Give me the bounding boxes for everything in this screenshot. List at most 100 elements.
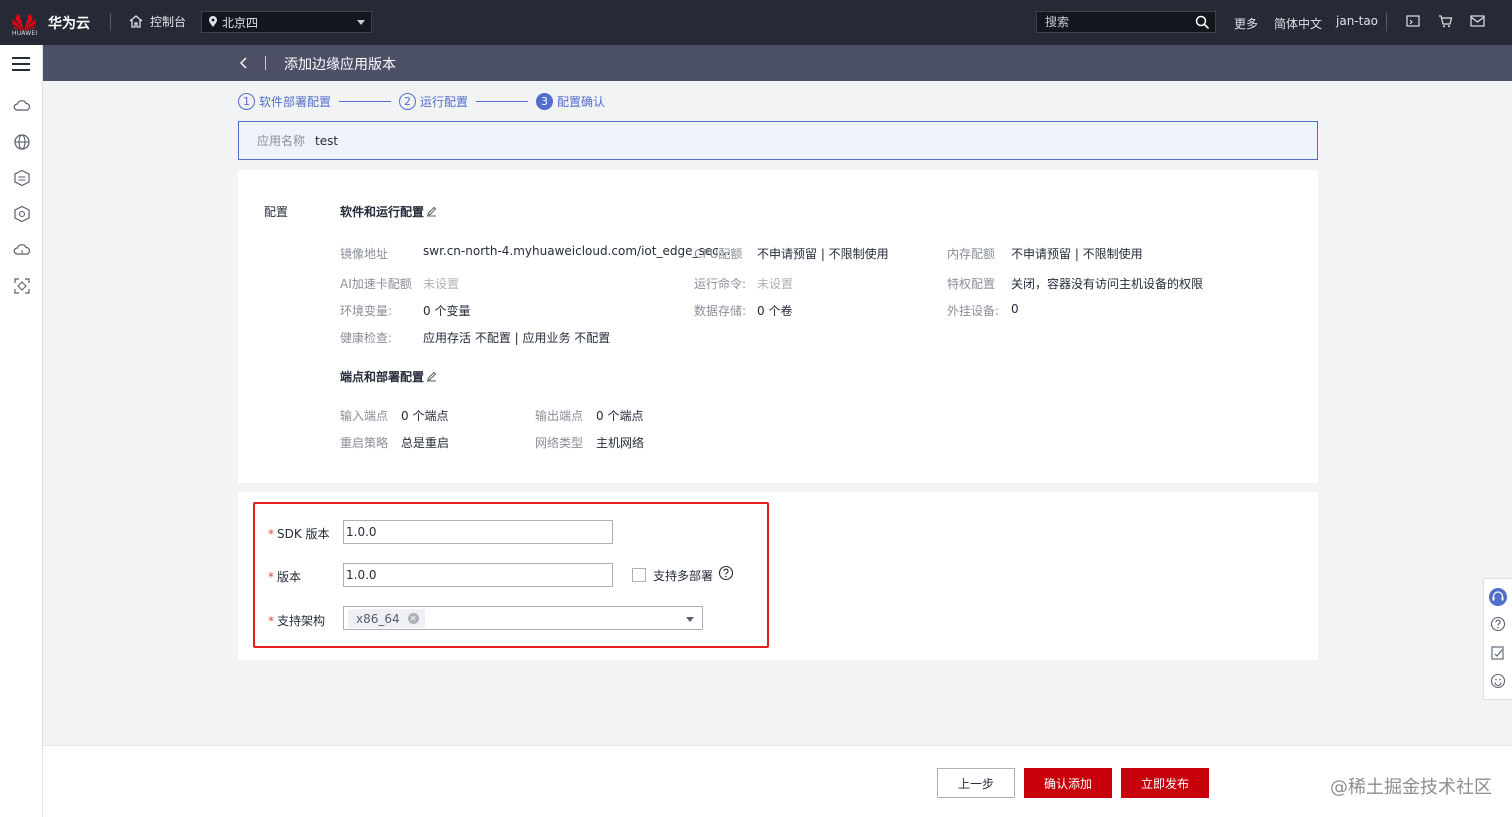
output-endpoint-label: 输出端点 <box>535 409 584 423</box>
cart-icon[interactable] <box>1438 14 1453 28</box>
customer-service-icon[interactable] <box>1488 587 1508 607</box>
divider <box>265 56 266 70</box>
network-type-label: 网络类型 <box>535 436 584 450</box>
back-arrow-icon[interactable] <box>239 56 249 70</box>
env-value: 0 个变量 <box>423 304 471 318</box>
help-icon[interactable] <box>1490 616 1506 632</box>
region-select[interactable]: 北京四 <box>201 11 372 33</box>
help-icon[interactable] <box>718 565 734 581</box>
step-3[interactable]: 3 配置确认 <box>536 92 605 110</box>
restart-policy-value: 总是重启 <box>401 436 450 450</box>
privilege-label: 特权配置 <box>947 277 996 291</box>
page-header: 添加边缘应用版本 <box>43 45 1512 81</box>
input-endpoint-label: 输入端点 <box>340 409 389 423</box>
cpu-value: 不申请预留 | 不限制使用 <box>757 247 889 261</box>
footer-bar <box>43 745 1512 817</box>
search-input[interactable]: 搜索 <box>1036 11 1216 33</box>
health-value: 应用存活 不配置 | 应用业务 不配置 <box>423 331 611 345</box>
app-name-label: 应用名称 <box>257 134 306 148</box>
confirm-add-button[interactable]: 确认添加 <box>1024 768 1112 798</box>
version-label-text: 版本 <box>277 570 302 584</box>
terminal-icon[interactable] <box>1406 14 1420 28</box>
left-sidebar <box>0 45 43 817</box>
scan-icon[interactable] <box>13 277 31 295</box>
home-icon <box>129 15 143 28</box>
globe-icon[interactable] <box>13 133 31 151</box>
divider <box>110 13 111 31</box>
page-title: 添加边缘应用版本 <box>284 57 396 73</box>
cpu-label: CPU配额 <box>694 247 743 261</box>
chevron-down-icon <box>686 617 694 622</box>
sdk-label-text: SDK 版本 <box>277 527 330 541</box>
step-connector <box>339 100 392 102</box>
storage-value: 0 个卷 <box>757 304 793 318</box>
config-section-label: 配置 <box>264 205 289 219</box>
architecture-tag-label: x86_64 <box>356 611 400 626</box>
brand-name[interactable]: 华为云 <box>48 13 90 33</box>
version-label: * 版本 <box>268 568 301 585</box>
architecture-label-text: 支持架构 <box>277 614 326 628</box>
memory-label: 内存配额 <box>947 247 996 261</box>
chevron-down-icon <box>357 20 365 25</box>
network-type-value: 主机网络 <box>596 436 645 450</box>
multi-deploy-checkbox[interactable] <box>632 568 646 582</box>
step-connector <box>476 100 529 102</box>
top-navbar: HUAWEI 华为云 控制台 北京四 搜索 更多 简体中文 jan-tao <box>0 0 1512 45</box>
step-number: 2 <box>399 92 417 110</box>
software-title-text: 软件和运行配置 <box>340 205 425 219</box>
menu-icon[interactable] <box>12 57 30 71</box>
env-label: 环境变量: <box>340 304 393 318</box>
previous-step-button[interactable]: 上一步 <box>937 768 1015 798</box>
restart-policy-label: 重启策略 <box>340 436 389 450</box>
image-label: 镜像地址 <box>340 247 389 261</box>
ai-label: AI加速卡配额 <box>340 277 412 291</box>
user-menu[interactable]: jan-tao <box>1336 14 1378 28</box>
sdk-version-label: * SDK 版本 <box>268 525 330 542</box>
search-placeholder: 搜索 <box>1045 15 1070 29</box>
location-pin-icon <box>209 16 217 27</box>
console-label: 控制台 <box>150 15 187 29</box>
required-marker: * <box>268 526 274 541</box>
console-link[interactable]: 控制台 <box>128 13 186 30</box>
image-value: swr.cn-north-4.myhuaweicloud.com/iot_edg… <box>423 244 731 258</box>
step-2[interactable]: 2 运行配置 <box>399 92 469 110</box>
sdk-version-input[interactable]: 1.0.0 <box>343 520 613 544</box>
cube-settings-icon[interactable] <box>13 205 31 223</box>
cloud-icon[interactable] <box>13 97 31 115</box>
logo-text: HUAWEI <box>12 30 38 37</box>
region-label: 北京四 <box>222 15 259 30</box>
step-label: 软件部署配置 <box>259 94 332 109</box>
edit-icon[interactable] <box>426 371 437 382</box>
close-icon[interactable]: ✕ <box>407 613 419 624</box>
config-summary-card: 配置 软件和运行配置 镜像地址 swr.cn-north-4.myhuaweic… <box>238 170 1318 483</box>
required-marker: * <box>268 569 274 584</box>
search-icon[interactable] <box>1195 15 1210 30</box>
privilege-value: 关闭，容器没有访问主机设备的权限 <box>1011 277 1204 291</box>
architecture-select[interactable]: x86_64 ✕ <box>343 606 703 630</box>
command-value: 未设置 <box>757 277 794 291</box>
output-endpoint-value: 0 个端点 <box>596 409 644 423</box>
ai-value: 未设置 <box>423 277 460 291</box>
step-1[interactable]: 1 软件部署配置 <box>238 92 332 110</box>
app-name-value: test <box>315 133 339 148</box>
language-select[interactable]: 简体中文 <box>1274 15 1322 32</box>
mail-icon[interactable] <box>1470 14 1485 28</box>
input-endpoint-value: 0 个端点 <box>401 409 449 423</box>
feedback-icon[interactable] <box>1490 645 1506 661</box>
device-label: 外挂设备: <box>947 304 1000 318</box>
required-marker: * <box>268 613 274 628</box>
cloud-upload-icon[interactable] <box>13 241 31 259</box>
step-label: 运行配置 <box>420 94 469 109</box>
step-number: 3 <box>536 92 554 110</box>
endpoint-title-text: 端点和部署配置 <box>340 370 425 384</box>
smile-icon[interactable] <box>1490 673 1506 689</box>
multi-deploy-label: 支持多部署 <box>653 569 714 583</box>
step-number: 1 <box>238 92 255 110</box>
more-link[interactable]: 更多 <box>1234 15 1258 32</box>
watermark: @稀土掘金技术社区 <box>1330 777 1492 798</box>
version-input[interactable]: 1.0.0 <box>343 563 613 587</box>
architecture-tag: x86_64 ✕ <box>348 609 425 628</box>
database-icon[interactable] <box>13 169 31 187</box>
publish-now-button[interactable]: 立即发布 <box>1121 768 1209 798</box>
edit-icon[interactable] <box>426 206 437 217</box>
